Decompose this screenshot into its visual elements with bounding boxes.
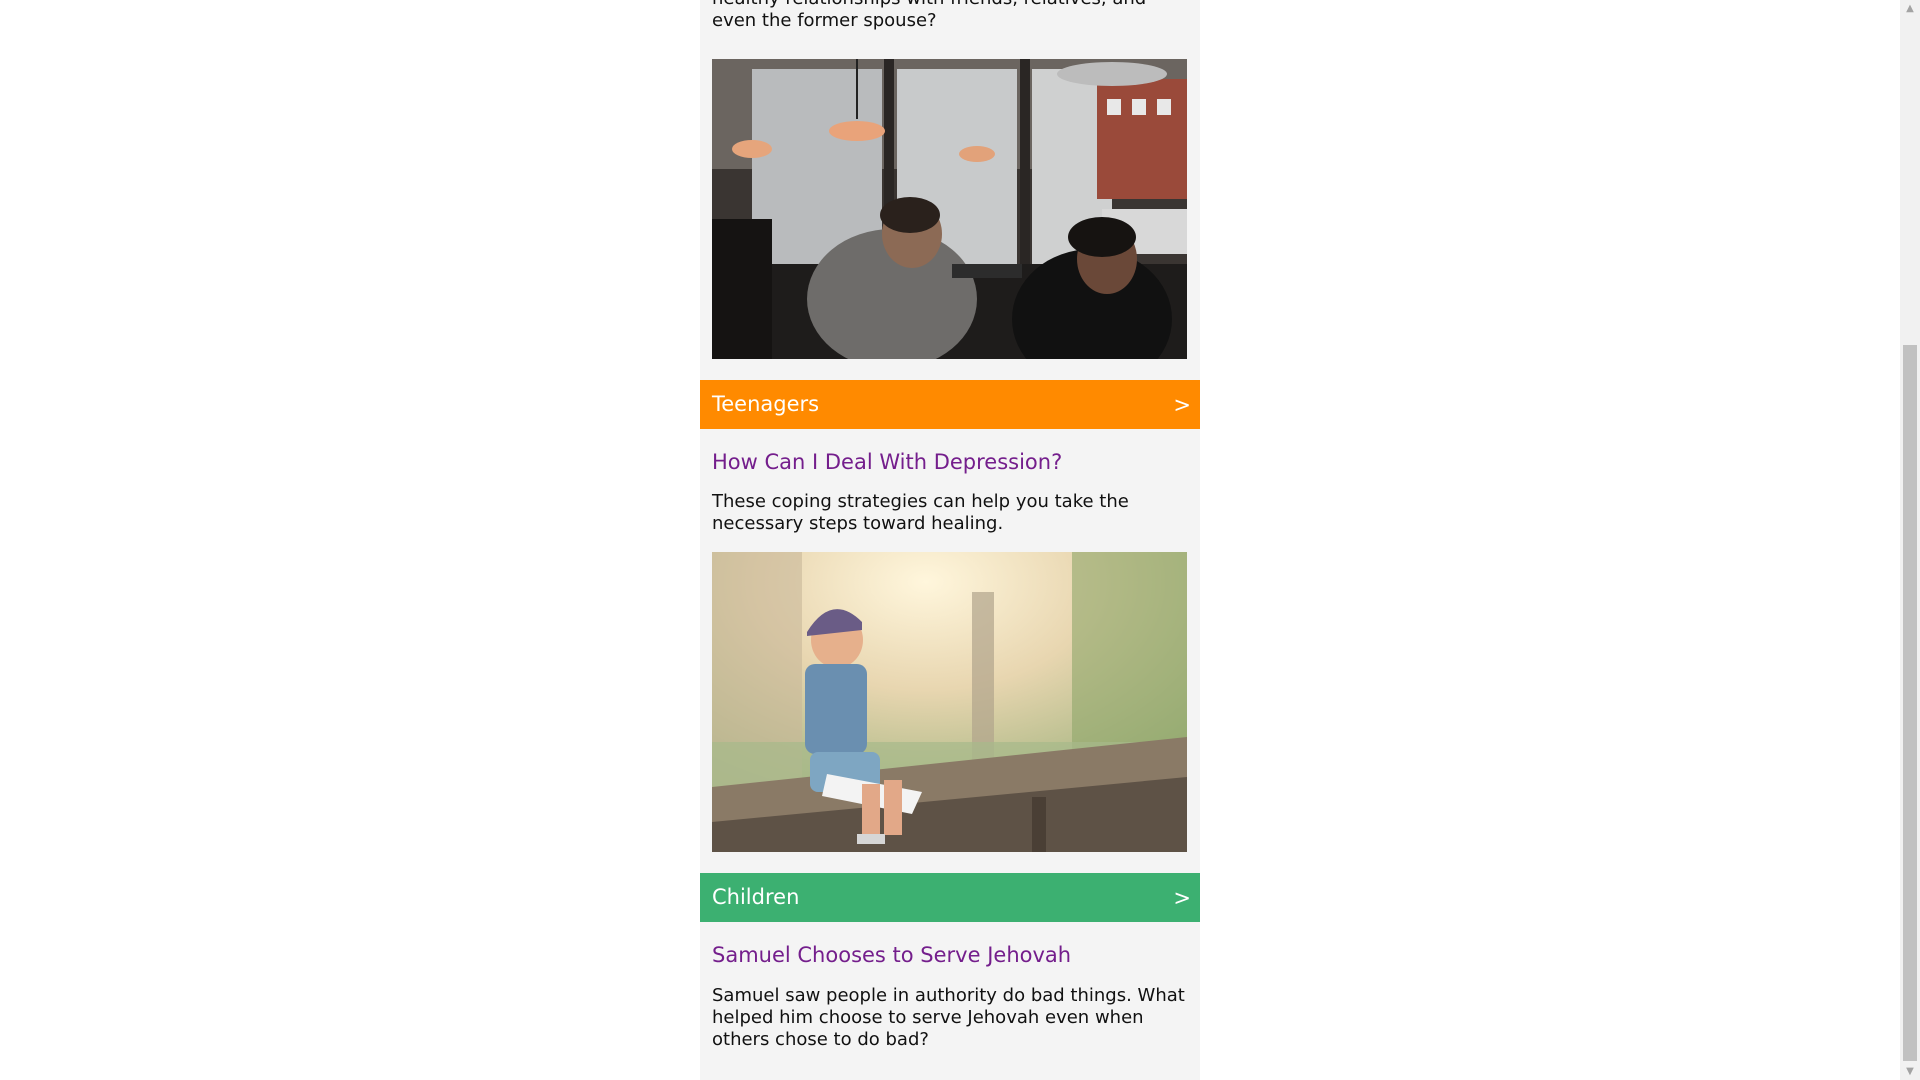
category-bar-children[interactable]: Children > — [700, 873, 1200, 922]
child-photo[interactable] — [712, 552, 1187, 852]
scrollbar-thumb[interactable] — [1903, 345, 1917, 1061]
chevron-right-icon: > — [1173, 886, 1191, 910]
article-summary: healthy relationships with friends, rela… — [712, 0, 1146, 31]
article-title-link[interactable]: How Can I Deal With Depression? — [712, 450, 1187, 474]
category-bar-teenagers[interactable]: Teenagers > — [700, 380, 1200, 429]
chevron-right-icon: > — [1173, 393, 1191, 417]
child-photo-image — [712, 552, 1187, 852]
content-column: healthy relationships with friends, rela… — [700, 0, 1200, 1080]
article-summary: These coping strategies can help you tak… — [712, 491, 1129, 534]
category-label: Children — [712, 885, 800, 909]
article-summary: Samuel saw people in authority do bad th… — [712, 985, 1185, 1050]
category-label: Teenagers — [712, 392, 820, 416]
vertical-scrollbar[interactable]: ▲ ▼ — [1900, 0, 1920, 1080]
scroll-up-icon[interactable]: ▲ — [1900, 0, 1920, 17]
article-title-link[interactable]: Samuel Chooses to Serve Jehovah — [712, 943, 1187, 967]
cafe-photo-image — [712, 59, 1187, 359]
scroll-down-icon[interactable]: ▼ — [1900, 1063, 1920, 1080]
cafe-photo[interactable] — [712, 59, 1187, 359]
